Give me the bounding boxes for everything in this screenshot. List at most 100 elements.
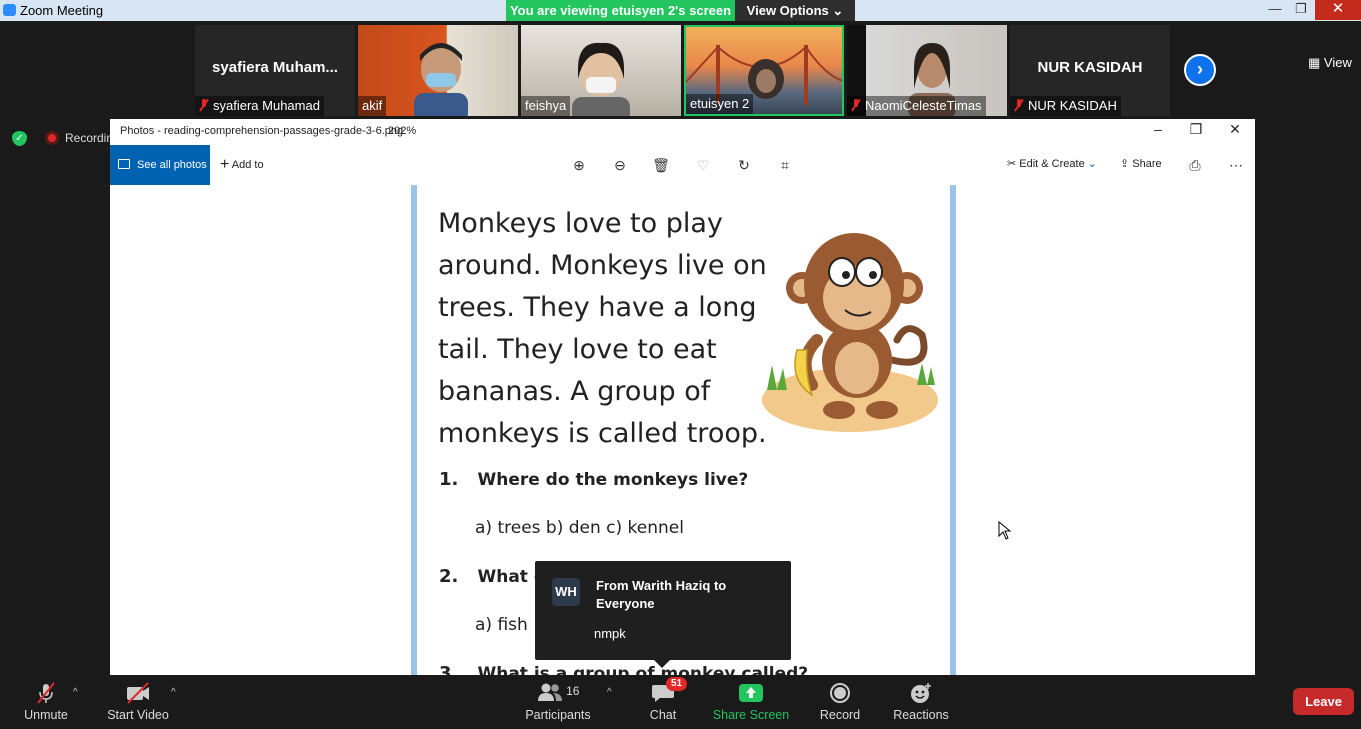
print-icon[interactable]: ⎙ xyxy=(1185,155,1205,175)
passage-line: trees. They have a long xyxy=(438,292,757,323)
video-options-caret[interactable]: ^ xyxy=(171,687,176,698)
share-label: Share xyxy=(1132,158,1162,170)
plus-icon: + xyxy=(220,156,230,173)
question-1-answers: a) trees b) den c) kennel xyxy=(475,518,684,538)
record-icon xyxy=(830,683,850,703)
photos-title-bar: Photos - reading-comprehension-passages-… xyxy=(110,119,1255,145)
unmute-button[interactable]: Unmute xyxy=(18,675,74,729)
participant-name: syafiera Muhamad xyxy=(213,98,320,113)
screen-share-banner: You are viewing etuisyen 2's screen xyxy=(506,0,735,22)
chat-sender: From Warith Haziq to Everyone xyxy=(596,578,727,611)
participants-options-caret[interactable]: ^ xyxy=(607,687,612,698)
view-options-button[interactable]: View Options ⌄ xyxy=(735,0,855,22)
chat-unread-badge: 51 xyxy=(666,677,687,691)
participant-tile[interactable]: syafiera Muham... syafiera Muhamad xyxy=(195,25,355,116)
participant-gallery: syafiera Muham... syafiera Muhamad akif … xyxy=(0,21,1361,117)
question-2-answers: a) fish xyxy=(475,615,528,635)
photos-toolbar: See all photos + Add to ⊕ ⊖ 🗑 ♡ ↻ ⌗ ✂ Ed… xyxy=(110,145,1255,185)
view-options-label: View Options xyxy=(746,3,829,18)
participant-tile-active-speaker[interactable]: etuisyen 2 xyxy=(684,25,844,116)
share-button[interactable]: ⇪ Share xyxy=(1120,157,1162,170)
participant-name: NaomiCelesteTimas xyxy=(865,98,982,113)
chevron-right-icon: › xyxy=(1197,59,1203,79)
question-text: What is a group of monkey called? xyxy=(477,664,809,675)
video-off-icon xyxy=(127,682,149,704)
close-icon[interactable]: ✕ xyxy=(1315,0,1361,20)
mic-muted-icon xyxy=(199,99,209,111)
share-screen-label: Share Screen xyxy=(712,708,790,722)
passage-line: monkeys is called troop. xyxy=(438,418,767,449)
zoom-app-icon xyxy=(3,4,16,16)
question-number: 2. xyxy=(439,566,459,587)
see-all-photos-button[interactable]: See all photos xyxy=(110,145,210,185)
photos-zoom-level: 202% xyxy=(388,125,417,137)
minimize-icon[interactable]: – xyxy=(1143,121,1173,137)
chat-notification[interactable]: WH From Warith Haziq to Everyone nmpk xyxy=(535,561,791,668)
start-video-label: Start Video xyxy=(107,708,169,722)
mic-muted-icon xyxy=(1014,99,1024,111)
participant-name-bar: NaomiCelesteTimas xyxy=(847,96,986,116)
audio-options-caret[interactable]: ^ xyxy=(73,687,78,698)
meeting-controls-bar: Unmute ^ Start Video ^ 16 Participants ^… xyxy=(0,675,1361,729)
start-video-button[interactable]: Start Video xyxy=(104,675,172,729)
grid-icon: ▦ xyxy=(1308,55,1321,70)
chat-message: nmpk xyxy=(594,626,626,641)
share-icon: ⇪ xyxy=(1120,158,1130,170)
crop-icon[interactable]: ⌗ xyxy=(775,155,795,175)
photos-window-title: Photos - reading-comprehension-passages-… xyxy=(120,125,404,137)
rotate-icon[interactable]: ↻ xyxy=(734,155,754,175)
participant-name-bar: etuisyen 2 xyxy=(686,94,754,114)
edit-create-button[interactable]: ✂ Edit & Create ⌄ xyxy=(1007,157,1097,170)
reactions-label: Reactions xyxy=(893,708,949,722)
view-label: View xyxy=(1323,55,1352,70)
leave-button[interactable]: Leave xyxy=(1293,688,1354,715)
view-button[interactable]: ▦ View xyxy=(1308,55,1352,71)
participants-icon-row: 16 xyxy=(522,682,594,704)
edit-create-label: Edit & Create xyxy=(1019,158,1085,170)
participant-big-name: NUR KASIDAH xyxy=(1037,59,1143,76)
participant-name: feishya xyxy=(525,98,567,113)
minimize-icon[interactable]: — xyxy=(1264,0,1286,20)
share-screen-button[interactable]: Share Screen xyxy=(712,675,790,729)
delete-icon[interactable]: 🗑 xyxy=(651,155,671,175)
mouse-cursor-icon xyxy=(998,521,1012,540)
question-1: 1. Where do the monkeys live? xyxy=(439,469,748,490)
next-page-button[interactable]: › xyxy=(1184,54,1216,86)
more-options-icon[interactable]: ⋯ xyxy=(1226,155,1246,175)
participant-name-bar: NUR KASIDAH xyxy=(1010,96,1121,116)
participant-video xyxy=(414,43,468,116)
participants-icon xyxy=(537,683,562,701)
mic-muted-icon xyxy=(851,99,861,111)
restore-icon[interactable]: ❐ xyxy=(1290,0,1312,20)
participant-tile[interactable]: akif xyxy=(358,25,518,116)
passage-line: bananas. A group of xyxy=(438,376,711,407)
restore-icon[interactable]: ❐ xyxy=(1181,121,1211,138)
share-screen-icon xyxy=(739,684,763,702)
close-icon[interactable]: ✕ xyxy=(1220,121,1250,138)
chat-label: Chat xyxy=(649,708,677,722)
participant-tile[interactable]: NaomiCelesteTimas xyxy=(847,25,1007,116)
participant-name: akif xyxy=(362,98,383,113)
participant-tile[interactable]: NUR KASIDAH NUR KASIDAH xyxy=(1010,25,1170,116)
heart-icon[interactable]: ♡ xyxy=(693,155,713,175)
edit-create-icon: ✂ xyxy=(1007,158,1017,170)
mic-muted-icon xyxy=(37,682,55,704)
participants-count: 16 xyxy=(566,684,580,698)
question-3: 3. What is a group of monkey called? xyxy=(439,663,808,675)
encryption-shield-icon[interactable]: ✓ xyxy=(12,131,27,146)
zoom-in-icon[interactable]: ⊕ xyxy=(569,155,589,175)
participant-tile[interactable]: feishya xyxy=(521,25,681,116)
reading-passage: Monkeys love to play around. Monkeys liv… xyxy=(438,203,778,455)
unmute-label: Unmute xyxy=(24,708,68,722)
participants-button[interactable]: 16 Participants xyxy=(522,675,594,729)
question-2: 2. What d xyxy=(439,566,546,587)
add-to-button[interactable]: + Add to xyxy=(220,145,264,185)
recording-icon xyxy=(45,131,59,145)
participant-name: NUR KASIDAH xyxy=(1028,98,1117,113)
reactions-button[interactable]: Reactions xyxy=(890,675,952,729)
zoom-out-icon[interactable]: ⊖ xyxy=(610,155,630,175)
passage-line: around. Monkeys live on xyxy=(438,250,767,281)
record-button[interactable]: Record xyxy=(815,675,865,729)
question-text: Where do the monkeys live? xyxy=(477,470,749,490)
question-number: 1. xyxy=(439,469,459,490)
